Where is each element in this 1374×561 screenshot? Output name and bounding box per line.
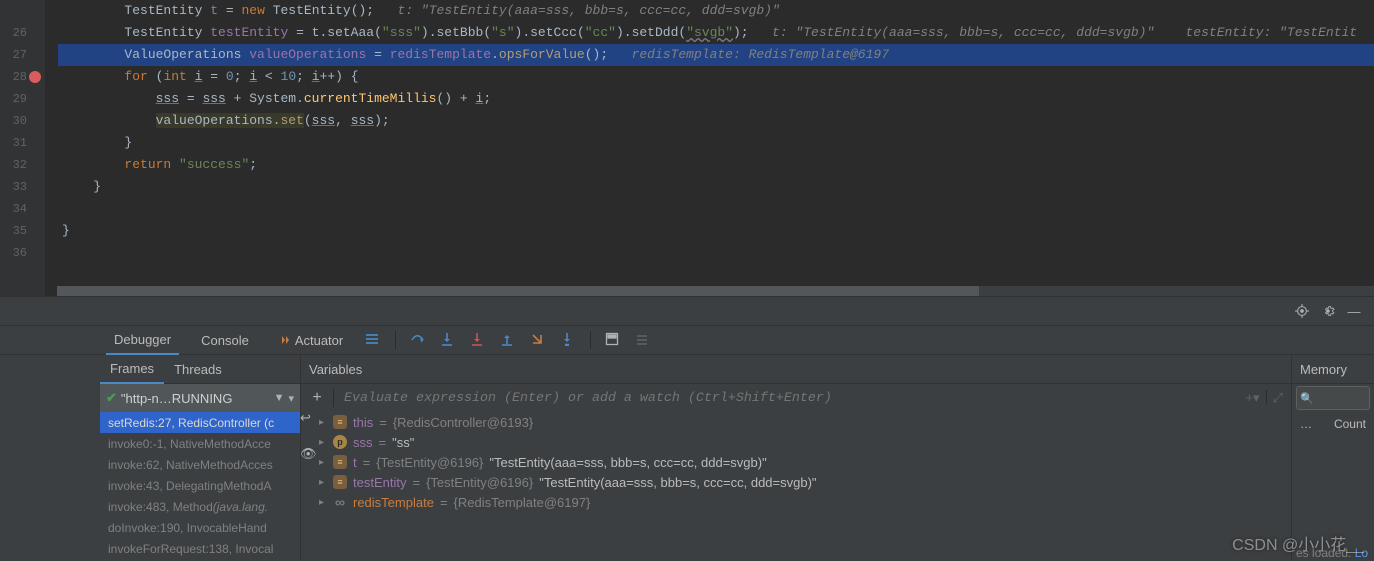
variables-title: Variables xyxy=(301,355,1291,384)
tab-actuator[interactable]: Actuator xyxy=(271,326,351,354)
h-scrollbar[interactable] xyxy=(57,286,1374,296)
step-into-icon[interactable] xyxy=(440,332,456,348)
tab-console[interactable]: Console xyxy=(193,326,257,354)
frame-item[interactable]: invoke:43, DelegatingMethodA xyxy=(100,475,300,496)
frames-side-icons: ↩ 👁 xyxy=(300,410,317,462)
drop-frame-icon[interactable] xyxy=(530,332,546,348)
variables-list[interactable]: ▸≡this = {RedisController@6193}▸psss = "… xyxy=(301,412,1291,561)
thread-selector[interactable]: ✔ "http-n…RUNNING ▼ ▾ xyxy=(100,384,300,412)
evaluate-icon[interactable] xyxy=(605,332,621,348)
memory-title: Memory xyxy=(1292,355,1374,384)
frame-item[interactable]: invoke:62, NativeMethodAcces xyxy=(100,454,300,475)
minimize-icon[interactable]: — xyxy=(1346,303,1362,319)
variable-row[interactable]: ▸≡testEntity = {TestEntity@6196} "TestEn… xyxy=(301,472,1291,492)
tab-threads[interactable]: Threads xyxy=(164,355,232,383)
evaluate-row: + +▾ ⤢ xyxy=(301,384,1291,412)
trace-icon[interactable] xyxy=(635,332,651,348)
col-count: Count xyxy=(1334,417,1366,431)
eye-icon[interactable]: 👁 xyxy=(300,446,317,462)
tab-frames[interactable]: Frames xyxy=(100,354,164,384)
expand-icon[interactable]: ⤢ xyxy=(1273,390,1283,406)
debug-toolbar: Debugger Console Actuator xyxy=(0,326,1374,355)
restore-icon[interactable]: ↩ xyxy=(300,410,317,426)
frame-item[interactable]: invoke:483, Method (java.lang. xyxy=(100,496,300,517)
variables-pane: Variables + +▾ ⤢ ▸≡this = {RedisControlle… xyxy=(300,355,1291,561)
memory-search: 🔍 xyxy=(1292,384,1374,412)
search-icon: 🔍 xyxy=(1300,392,1314,405)
gear-icon[interactable] xyxy=(1320,303,1336,319)
frame-item[interactable]: setRedis:27, RedisController (c xyxy=(100,412,300,433)
variable-row[interactable]: ▸psss = "ss" xyxy=(301,432,1291,452)
filter-icon[interactable]: ▼ xyxy=(274,392,285,404)
code-editor[interactable]: 2627282930313233343536 TestEntity t = ne… xyxy=(0,0,1374,296)
frame-item[interactable]: invoke0:-1, NativeMethodAcce xyxy=(100,433,300,454)
debug-left-gutter xyxy=(0,355,100,561)
target-icon[interactable] xyxy=(1294,303,1310,319)
gutter: 2627282930313233343536 xyxy=(0,0,45,296)
fold-column xyxy=(45,0,58,296)
dots: … xyxy=(1300,417,1312,431)
debug-body: Frames Threads ✔ "http-n…RUNNING ▼ ▾ set… xyxy=(0,355,1374,561)
force-step-into-icon[interactable] xyxy=(470,332,486,348)
memory-columns: … Count xyxy=(1292,412,1374,436)
variable-row[interactable]: ▸≡t = {TestEntity@6196} "TestEntity(aaa=… xyxy=(301,452,1291,472)
frame-item[interactable]: invokeForRequest:138, Invocal xyxy=(100,538,300,559)
frames-pane: Frames Threads ✔ "http-n…RUNNING ▼ ▾ set… xyxy=(100,355,300,561)
frame-item[interactable]: doInvoke:190, InvocableHand xyxy=(100,517,300,538)
thread-label: "http-n…RUNNING xyxy=(121,391,270,406)
dropdown-icon[interactable]: ▾ xyxy=(288,392,294,405)
code-area[interactable]: TestEntity t = new TestEntity(); t: "Tes… xyxy=(58,0,1374,296)
step-out-icon[interactable] xyxy=(500,332,516,348)
frame-list[interactable]: setRedis:27, RedisController (cinvoke0:-… xyxy=(100,412,300,561)
run-to-cursor-icon[interactable] xyxy=(560,332,576,348)
tab-debugger[interactable]: Debugger xyxy=(106,325,179,355)
check-icon: ✔ xyxy=(106,390,117,406)
variable-row[interactable]: ▸∞redisTemplate = {RedisTemplate@6197} xyxy=(301,492,1291,512)
watermark: CSDN @小小花__ xyxy=(1232,531,1364,555)
layout-icon[interactable] xyxy=(365,332,381,348)
add-watch-icon[interactable]: + xyxy=(309,389,325,407)
variable-row[interactable]: ▸≡this = {RedisController@6193} xyxy=(301,412,1291,432)
scrollbar-handle[interactable] xyxy=(57,286,979,296)
add-icon[interactable]: +▾ xyxy=(1245,390,1259,406)
breakpoint-icon[interactable] xyxy=(29,71,41,83)
frames-tabs: Frames Threads xyxy=(100,355,300,384)
actuator-label: Actuator xyxy=(295,333,343,348)
editor-footer-strip: — xyxy=(0,296,1374,326)
step-over-icon[interactable] xyxy=(410,332,426,348)
evaluate-input[interactable] xyxy=(342,390,1237,407)
